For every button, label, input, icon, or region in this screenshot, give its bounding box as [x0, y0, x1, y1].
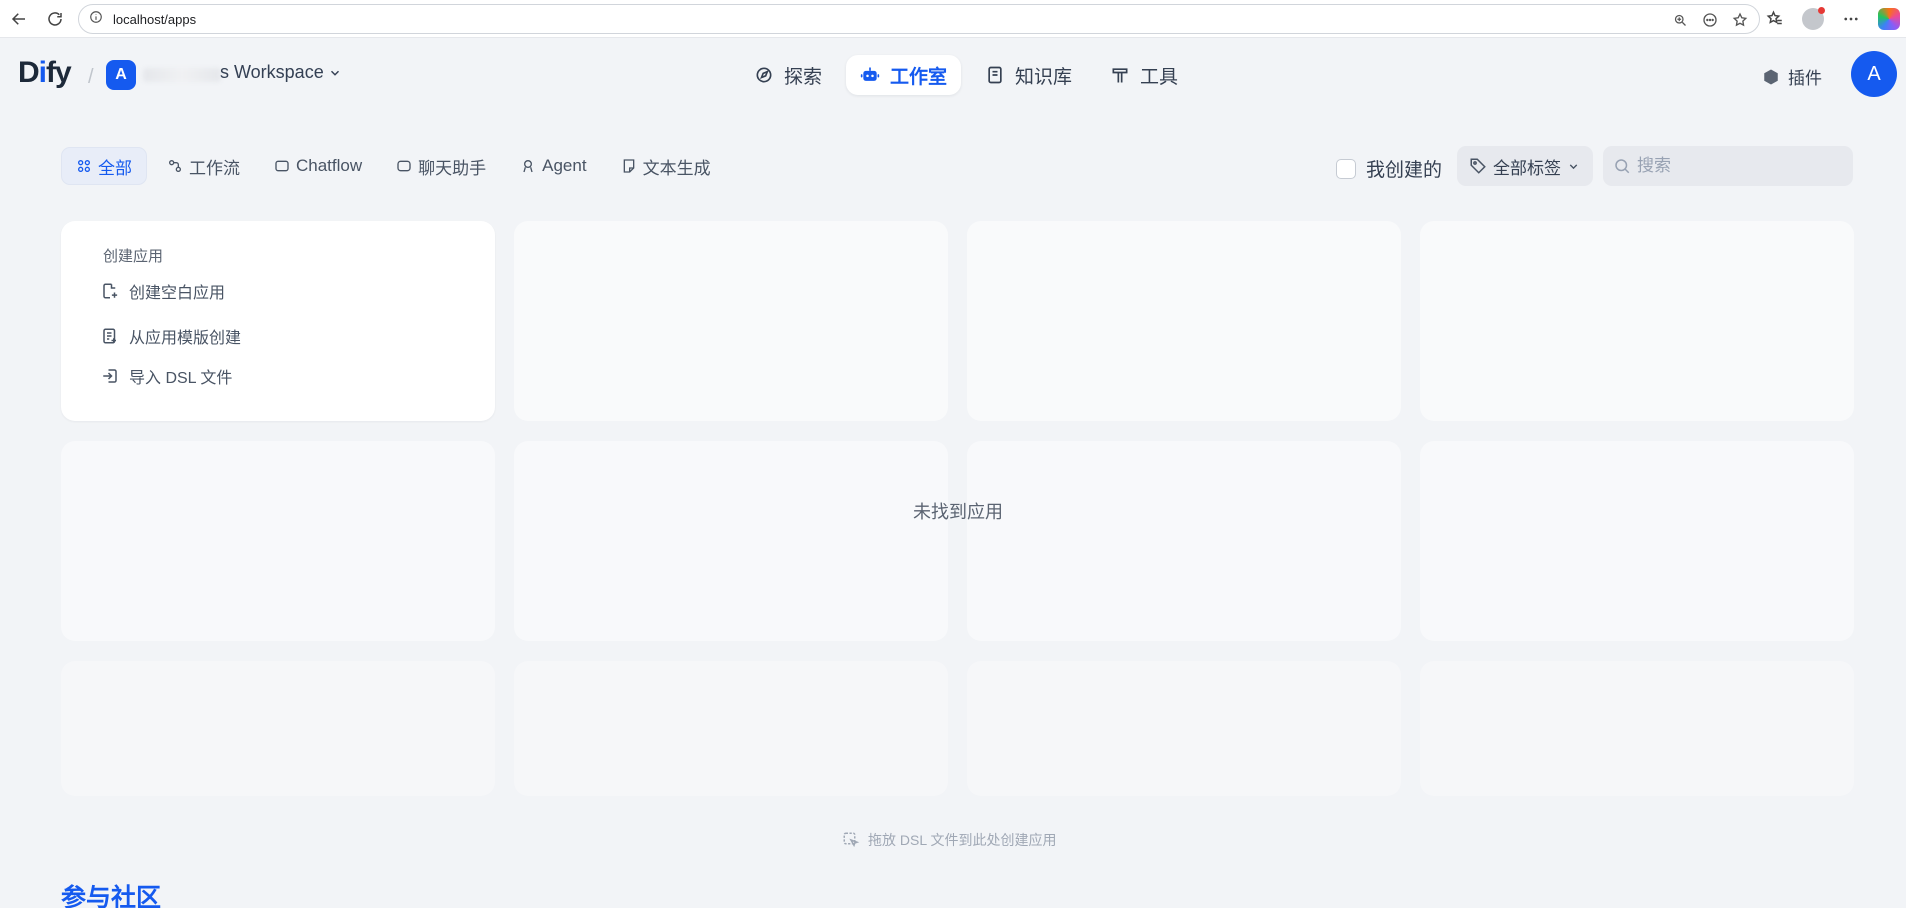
create-blank-app-button[interactable]: 创建空白应用 — [101, 279, 225, 303]
tab-chatflow-label: Chatflow — [296, 156, 363, 175]
app-header: Dify / A s Workspace 探索 工作室 知识库 工具 插件 A — [0, 38, 1906, 110]
app-type-tabs: 全部 工作流 Chatflow 聊天助手 Agent 文本生成 — [61, 147, 725, 185]
breadcrumb-separator: / — [88, 66, 94, 88]
template-icon — [103, 328, 116, 344]
drag-drop-icon — [843, 832, 860, 848]
app-card-placeholder — [514, 661, 948, 796]
create-from-template-button[interactable]: 从应用模版创建 — [101, 324, 241, 348]
nav-studio-label: 工作室 — [890, 66, 948, 88]
chevron-down-icon — [1569, 163, 1578, 169]
workflow-icon — [169, 160, 181, 172]
tab-workflow[interactable]: 工作流 — [153, 147, 254, 185]
cube-icon — [1764, 69, 1778, 84]
tag-icon — [1470, 158, 1486, 174]
tab-chatflow[interactable]: Chatflow — [260, 147, 376, 185]
tab-text-generation-label: 文本生成 — [642, 158, 711, 178]
nav-tools[interactable]: 工具 — [1096, 55, 1192, 95]
dsl-drop-hint-text: 拖放 DSL 文件到此处创建应用 — [868, 832, 1057, 848]
grid-icon — [78, 160, 90, 172]
created-by-me-label: 我创建的 — [1366, 160, 1443, 181]
app-card-placeholder — [967, 441, 1401, 641]
tab-agent-label: Agent — [542, 156, 587, 175]
create-from-template-label: 从应用模版创建 — [129, 330, 242, 347]
chat-bubble-icon — [275, 160, 289, 172]
nav-explore-label: 探索 — [784, 66, 823, 88]
main-nav: 探索 工作室 知识库 工具 — [740, 55, 1192, 95]
search-icon — [1615, 159, 1630, 174]
nav-knowledge[interactable]: 知识库 — [971, 55, 1086, 95]
note-icon — [623, 159, 634, 173]
app-card-placeholder — [61, 441, 495, 641]
created-by-me-checkbox[interactable] — [1336, 158, 1356, 179]
app-card-placeholder — [967, 661, 1401, 796]
info-icon[interactable] — [89, 10, 103, 29]
dify-logo[interactable]: Dify — [18, 56, 72, 90]
tab-agent[interactable]: Agent — [506, 147, 600, 185]
workspace-selector[interactable]: s Workspace — [220, 62, 342, 83]
nav-tools-label: 工具 — [1140, 66, 1179, 88]
workspace-avatar[interactable]: A — [106, 60, 136, 90]
agent-icon — [523, 160, 533, 173]
more-options-circle-icon[interactable] — [1701, 11, 1719, 29]
bookmark-star-icon[interactable] — [1731, 11, 1749, 29]
browser-toolbar: localhost/apps — [0, 0, 1906, 38]
nav-explore[interactable]: 探索 — [740, 55, 836, 95]
app-card-placeholder — [967, 221, 1401, 421]
empty-state-message: 未找到应用 — [913, 502, 1003, 522]
user-avatar[interactable]: A — [1851, 51, 1897, 97]
tab-workflow-label: 工作流 — [189, 158, 240, 178]
tab-text-generation[interactable]: 文本生成 — [607, 147, 725, 185]
dsl-drop-hint: 拖放 DSL 文件到此处创建应用 — [842, 830, 1057, 850]
create-app-card: 创建应用 创建空白应用 从应用模版创建 导入 DSL 文件 — [61, 221, 495, 421]
import-dsl-button[interactable]: 导入 DSL 文件 — [101, 364, 232, 388]
import-dsl-label: 导入 DSL 文件 — [129, 370, 233, 387]
workspace-name-redacted — [143, 68, 221, 82]
app-card-placeholder — [1420, 221, 1854, 421]
back-icon[interactable] — [8, 8, 30, 30]
import-icon — [103, 369, 117, 383]
app-card-placeholder — [514, 221, 948, 421]
tag-filter-select[interactable]: 全部标签 — [1457, 146, 1593, 186]
app-card-placeholder — [61, 661, 495, 796]
chat-bot-icon — [397, 160, 411, 172]
search-input[interactable] — [1637, 156, 1837, 176]
robot-icon — [860, 67, 880, 81]
tab-chat-assistant[interactable]: 聊天助手 — [382, 147, 500, 185]
profile-avatar[interactable] — [1802, 7, 1825, 30]
address-bar[interactable]: localhost/apps — [78, 4, 1760, 34]
app-card-placeholder — [1420, 661, 1854, 796]
app-card-placeholder — [1420, 441, 1854, 641]
book-icon — [988, 66, 1002, 84]
create-blank-app-label: 创建空白应用 — [129, 285, 226, 302]
app-card-placeholder — [514, 441, 948, 641]
reload-icon[interactable] — [44, 8, 66, 30]
workspace-name: s Workspace — [220, 62, 324, 82]
url-text[interactable]: localhost/apps — [113, 12, 196, 27]
plugins-button[interactable]: 插件 — [1762, 64, 1822, 89]
created-by-me-filter[interactable]: 我创建的 — [1336, 155, 1442, 182]
compass-icon — [756, 67, 772, 83]
tab-all[interactable]: 全部 — [61, 147, 147, 185]
nav-knowledge-label: 知识库 — [1015, 66, 1073, 88]
chevron-down-icon — [330, 70, 339, 76]
hammer-icon — [1112, 68, 1128, 83]
copilot-icon[interactable] — [1878, 8, 1900, 30]
plugins-label: 插件 — [1788, 69, 1822, 88]
tab-all-label: 全部 — [98, 158, 132, 178]
file-plus-icon — [103, 283, 118, 299]
ellipsis-menu-icon[interactable] — [1840, 8, 1862, 30]
favorites-icon[interactable] — [1764, 8, 1786, 30]
create-app-title: 创建应用 — [103, 248, 164, 265]
zoom-icon[interactable] — [1671, 11, 1689, 29]
nav-studio[interactable]: 工作室 — [846, 55, 962, 95]
community-section-title: 参与社区 — [61, 884, 162, 908]
tag-filter-label: 全部标签 — [1493, 158, 1561, 178]
tab-chat-assistant-label: 聊天助手 — [418, 158, 487, 178]
search-box[interactable] — [1603, 146, 1853, 186]
